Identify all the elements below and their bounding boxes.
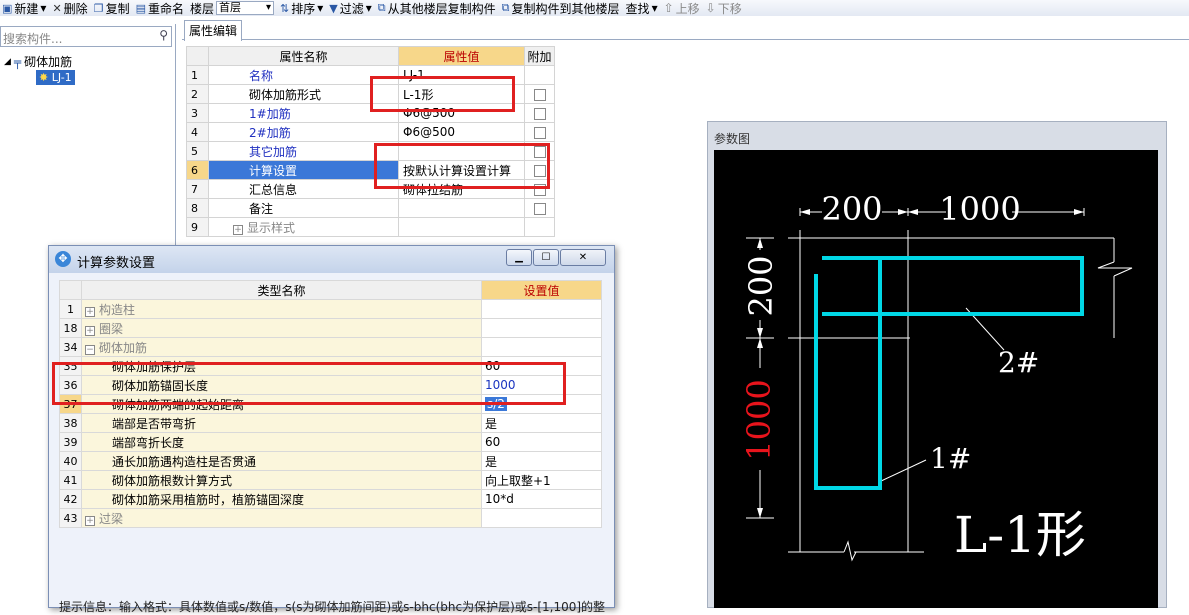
highlight-box-3	[52, 362, 566, 405]
copy-icon: ❐	[93, 1, 104, 15]
dim-left-1000: 1000	[740, 379, 778, 460]
expand-icon[interactable]: +	[85, 515, 95, 526]
filter-icon: ▼	[329, 1, 338, 15]
label-1: 1#	[930, 442, 971, 475]
delete-icon: ✕	[52, 1, 62, 15]
table-row[interactable]: 40 通长加筋遇构造柱是否贯通 是	[59, 451, 602, 471]
highlight-box-2	[374, 143, 550, 189]
maximize-button[interactable]: ☐	[533, 249, 559, 266]
rename-button[interactable]: ▤ 重命名	[136, 0, 184, 16]
dim-top-200: 200	[821, 190, 882, 228]
table-row[interactable]: 34 − 砌体加筋	[59, 337, 602, 357]
table-row[interactable]: 1 + 构造柱	[59, 299, 602, 319]
tip-message: 提示信息：输入格式：具体数值或s/数值，s(s为砌体加筋间距)或s-bhc(bh…	[59, 600, 606, 614]
parameter-diagram: 200 1000 200 1000 2# 1# L-1形	[714, 150, 1158, 608]
expand-icon[interactable]: +	[85, 325, 95, 336]
header-setting-value: 设置值	[481, 280, 602, 300]
label-2: 2#	[998, 346, 1039, 379]
find-button[interactable]: 查找 ▾	[626, 0, 658, 16]
copy-from-floor-button[interactable]: ⧉ 从其他楼层复制构件	[378, 0, 496, 16]
down-arrow-icon: ⇩	[705, 1, 716, 15]
floor-selector: 楼层 首层	[190, 0, 275, 16]
table-row[interactable]: 43 + 过梁	[59, 508, 602, 528]
header-type-name: 类型名称	[81, 280, 482, 300]
dialog-titlebar[interactable]: ✥ 计算参数设置 ▁ ☐ ✕	[49, 246, 614, 273]
rename-icon: ▤	[135, 1, 146, 15]
up-arrow-icon: ⇧	[663, 1, 674, 15]
filter-button[interactable]: ▼ 过滤 ▾	[329, 0, 372, 16]
floor-select[interactable]: 首层	[216, 1, 275, 15]
header-extra: 附加	[524, 46, 555, 66]
extra-checkbox[interactable]	[533, 126, 546, 139]
sort-icon: ⇅	[280, 1, 290, 15]
header-prop-value: 属性值	[398, 46, 525, 66]
new-icon: ▣	[2, 1, 13, 15]
dropdown-arrow-icon: ▾	[40, 1, 47, 15]
move-up-button[interactable]: ⇧ 上移	[664, 0, 700, 16]
dim-top-1000: 1000	[939, 190, 1020, 228]
dim-left-200: 200	[742, 255, 780, 316]
gear-icon: ✸	[39, 71, 49, 84]
collapse-icon[interactable]: −	[85, 344, 95, 355]
table-row[interactable]: 39 端部弯折长度 60	[59, 432, 602, 452]
table-row[interactable]: 9 + 显示样式	[186, 217, 555, 237]
rebar-group-icon: ╤	[13, 54, 22, 69]
copy-to-icon: ⧉	[501, 1, 510, 14]
extra-checkbox[interactable]	[533, 107, 546, 120]
expand-icon[interactable]: +	[85, 306, 95, 317]
toolbar: ▣新建▾ ✕删除 ❐复制 ▤重命名 楼层首层 ⇅排序▾ ▼过滤▾ ⧉从其他楼层复…	[0, 0, 1189, 16]
minimize-button[interactable]: ▁	[506, 249, 532, 266]
tree-node-root[interactable]: ◢ ╤ 砌体加筋	[4, 53, 72, 70]
move-down-button[interactable]: ⇩ 下移	[706, 0, 742, 16]
diagram-svg: 200 1000 200 1000 2# 1# L-1形	[740, 190, 1133, 564]
copy-to-floor-button[interactable]: ⧉ 复制构件到其他楼层	[502, 0, 620, 16]
property-grid: 属性名称 属性值 附加 1 名称 LJ-1 2 砌体加筋形式 L-1形 3 1#…	[186, 46, 555, 237]
header-prop-name: 属性名称	[208, 46, 399, 66]
search-input[interactable]: 搜索构件... ⚲	[0, 26, 172, 47]
table-row[interactable]: 42 砌体加筋采用植筋时，植筋锚固深度 10*d	[59, 489, 602, 509]
tab-property-edit[interactable]: 属性编辑	[184, 20, 242, 41]
extra-checkbox[interactable]	[533, 88, 546, 101]
extra-checkbox[interactable]	[533, 202, 546, 215]
highlight-box-1	[370, 76, 515, 112]
tree-node-child[interactable]: ✸ LJ-1	[36, 70, 75, 85]
new-button[interactable]: ▣ 新建 ▾	[2, 0, 46, 16]
table-row[interactable]: 8 备注	[186, 198, 555, 218]
app-icon: ✥	[55, 251, 71, 267]
sort-button[interactable]: ⇅ 排序 ▾	[280, 0, 323, 16]
tab-bar	[182, 20, 1189, 40]
table-row[interactable]: 41 砌体加筋根数计算方式 向上取整+1	[59, 470, 602, 490]
copy-button[interactable]: ❐ 复制	[94, 0, 130, 16]
close-button[interactable]: ✕	[560, 249, 606, 266]
calc-settings-dialog: ✥ 计算参数设置 ▁ ☐ ✕ 类型名称 设置值 1 + 构造柱 18 + 圈梁 34…	[48, 245, 615, 614]
table-row[interactable]: 38 端部是否带弯折 是	[59, 413, 602, 433]
delete-button[interactable]: ✕ 删除	[52, 0, 87, 16]
expand-icon[interactable]: +	[233, 224, 243, 235]
table-row[interactable]: 18 + 圈梁	[59, 318, 602, 338]
copy-from-icon: ⧉	[377, 1, 386, 14]
shape-label: L-1形	[954, 506, 1086, 564]
collapse-arrow-icon[interactable]: ◢	[4, 57, 11, 67]
table-row[interactable]: 4 2#加筋 Φ6@500	[186, 122, 555, 142]
search-icon[interactable]: ⚲	[159, 28, 168, 42]
